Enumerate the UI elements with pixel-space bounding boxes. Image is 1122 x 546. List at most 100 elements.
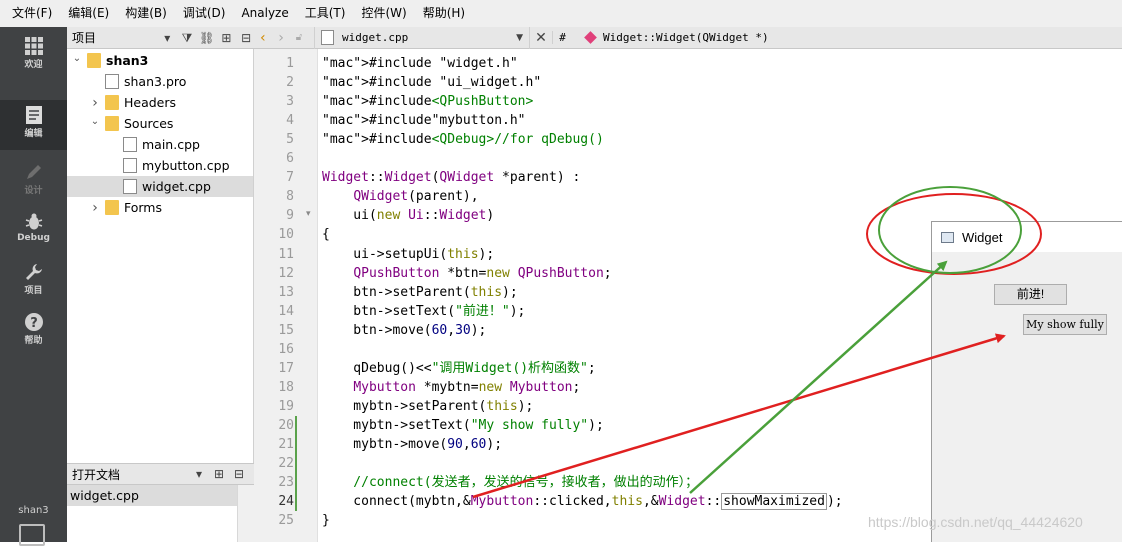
code-line: "mac">#include<QDebug>//for qDebug() [322,132,604,148]
line-number: 5 [286,132,294,148]
menu-item[interactable]: 编辑(E) [60,0,117,27]
mode-help[interactable]: ? 帮助 [0,307,67,357]
tree-item[interactable]: shan3.pro [67,71,253,92]
mode-projects[interactable]: 项目 [0,257,67,307]
line-number: 23 [278,475,294,491]
tree-item[interactable]: › Forms [67,197,253,218]
chevron-right-icon[interactable]: › [89,95,101,111]
widget-window: Widget 前进! My show fully [931,221,1122,542]
mode-label: 欢迎 [24,60,43,70]
code-line: "mac">#include "widget.h" [322,56,518,71]
folder-icon [87,53,101,68]
link-icon[interactable]: ⛓ [199,30,215,46]
line-number: 4 [286,113,294,129]
code-line: QPushButton *btn=new QPushButton; [353,265,612,281]
window-titlebar[interactable]: Widget [932,222,1122,252]
mode-label: 项目 [24,286,43,296]
watermark: https://blog.csdn.net/qq_44424620 [868,514,1083,530]
line-number: 21 [278,437,294,452]
open-document-item[interactable]: widget.cpp [67,485,237,506]
current-file-name: widget.cpp [342,31,409,44]
menu-item[interactable]: 文件(F) [4,0,60,27]
file-icon [123,179,137,194]
file-icon [105,74,119,89]
line-number: 10 [278,227,294,243]
wrench-icon [25,264,42,280]
edit-document-icon [25,106,42,124]
tree-item-label: widget.cpp [142,179,211,194]
line-number: 19 [278,398,294,414]
fold-arrow-icon[interactable]: ▾ [306,209,311,219]
chevron-right-icon[interactable]: › [89,200,101,216]
line-number: 1 [286,56,294,71]
svg-text:?: ? [30,316,38,331]
code-line: QWidget(parent), [353,189,479,205]
menu-item[interactable]: 调试(D) [175,0,234,27]
project-view-selector[interactable]: 项目 [67,29,155,46]
mode-design[interactable]: 设计 [0,157,67,207]
line-number: 7 [286,170,294,186]
hash-label: # [552,31,572,44]
file-icon [123,137,137,152]
menu-item[interactable]: 构建(B) [117,0,175,27]
code-line: btn->move(60,30); [322,322,487,338]
code-line: Mybutton *mybtn=new Mybutton; [353,379,581,395]
cpp-file-icon [321,30,334,45]
current-symbol: Widget::Widget(QWidget *) [603,31,769,44]
tree-item-label: Sources [124,116,174,131]
back-arrow-icon[interactable]: ‹ [254,30,272,46]
tree-item-label: shan3.pro [124,74,187,89]
close-panel-icon[interactable]: ⊟ [231,466,247,482]
code-line: ui(new Ui::Widget) [322,208,495,224]
split-icon[interactable]: ⊞ [211,466,227,482]
line-number: 25 [278,513,294,529]
chevron-down-icon[interactable]: ▾ [191,466,207,482]
mode-edit[interactable]: 编辑 [0,100,67,150]
scrollbar[interactable] [237,485,254,542]
code-line: Widget::Widget(QWidget *parent) : [322,170,581,186]
editor-toolbar: ‹ › 🔓︎ widget.cpp ▼ ✕ # Widget::Widget(Q… [254,26,1122,49]
tree-item[interactable]: widget.cpp [67,176,253,197]
mode-label: 帮助 [24,336,43,346]
code-line: } [322,513,330,529]
split-icon[interactable]: ⊞ [219,30,235,46]
open-documents-header: 打开文档 ▾ ⊞ ⊟ [67,463,254,485]
line-number: 15 [278,322,294,338]
chevron-down-icon[interactable]: ▾ [159,30,175,46]
chevron-down-icon: ▼ [516,32,523,43]
file-selector[interactable]: widget.cpp ▼ [314,26,530,49]
chevron-down-icon[interactable]: ⌄ [71,53,83,64]
code-line: btn->setText("前进！"); [322,303,526,319]
my-show-fully-button[interactable]: My show fully [1023,314,1107,335]
line-number: 22 [278,456,294,472]
kit-selector-button[interactable] [19,524,45,546]
filter-icon[interactable]: ⧩ [179,30,195,46]
code-line: ui->setupUi(this); [322,246,495,262]
symbol-selector[interactable]: Widget::Widget(QWidget *) [572,31,769,44]
menu-item[interactable]: 控件(W) [353,0,414,27]
close-panel-icon[interactable]: ⊟ [238,30,254,46]
line-number: 17 [278,360,294,376]
forward-button[interactable]: 前进! [994,284,1067,305]
mode-debug[interactable]: Debug [0,207,67,257]
menu-item[interactable]: 工具(T) [297,0,354,27]
tree-item[interactable]: ⌄ Sources [67,113,253,134]
folder-icon [105,200,119,215]
tree-item[interactable]: main.cpp [67,134,253,155]
tree-item[interactable]: mybutton.cpp [67,155,253,176]
mode-label: 设计 [24,186,43,196]
tree-item-label: Headers [124,95,177,110]
close-icon[interactable]: ✕ [530,30,552,46]
chevron-down-icon[interactable]: ⌄ [89,116,101,127]
tree-item[interactable]: ⌄ shan3 [67,50,253,71]
project-panel-header: 项目 ▾ ⧩ ⛓ ⊞ ⊟ [67,27,254,49]
code-line: mybtn->move(90,60); [322,437,503,452]
forward-arrow-icon[interactable]: › [272,30,290,46]
mode-welcome[interactable]: 欢迎 [0,31,67,81]
line-number: 20 [278,417,294,433]
menu-item[interactable]: Analyze [233,0,296,27]
mode-selector-bar: 欢迎 编辑 设计 Debug 项目 ? 帮助 shan3 [0,27,67,546]
menu-item[interactable]: 帮助(H) [415,0,473,27]
code-line: "mac">#include<QPushButton> [322,94,534,110]
tree-item[interactable]: › Headers [67,92,253,113]
